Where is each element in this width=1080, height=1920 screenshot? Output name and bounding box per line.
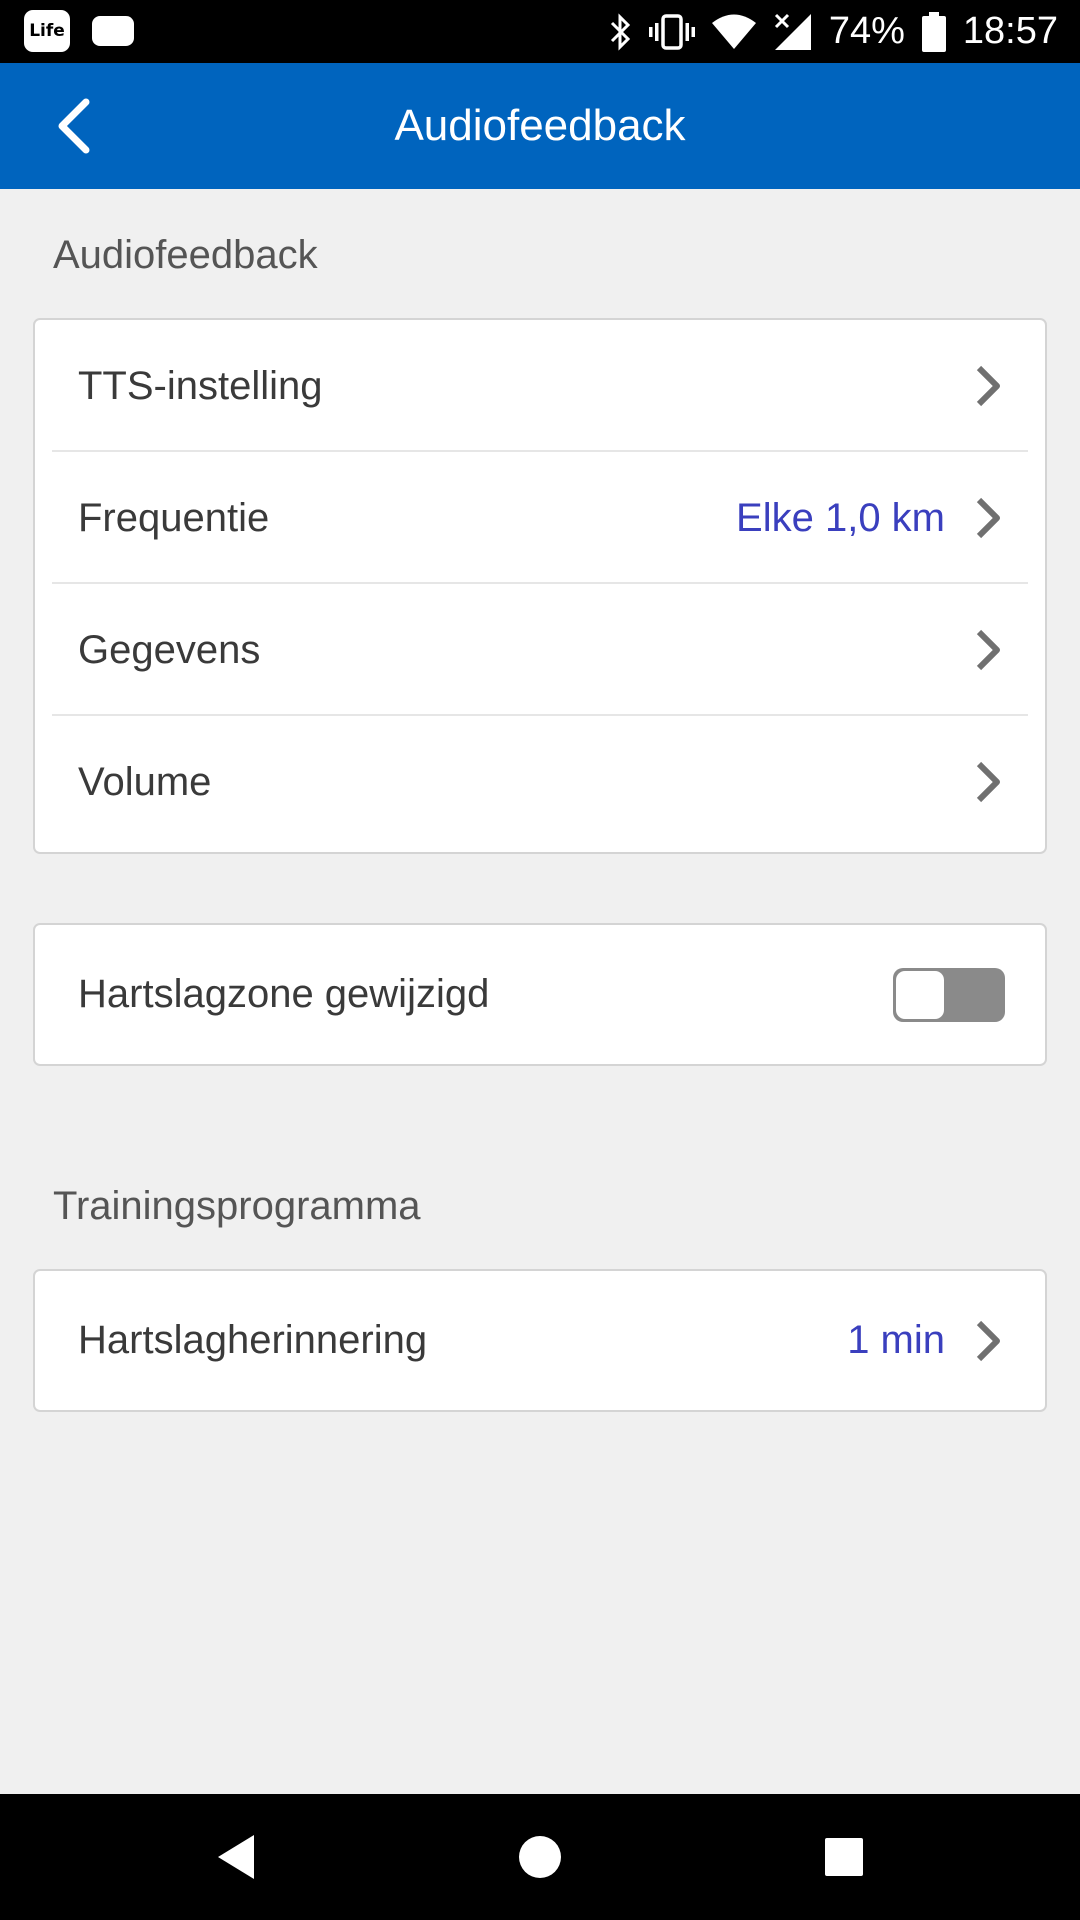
chevron-right-icon (971, 495, 1005, 541)
signal-icon (774, 13, 811, 50)
nav-recents-button[interactable] (784, 1794, 904, 1920)
clock: 18:57 (962, 10, 1058, 52)
heart-zone-toggle[interactable] (893, 967, 1005, 1022)
toggle-knob (896, 970, 944, 1019)
home-circle-icon (519, 1836, 561, 1878)
page-title: Audiofeedback (394, 101, 686, 150)
settings-row-label: Gegevens (78, 627, 261, 672)
settings-row-frequentie[interactable]: Frequentie Elke 1,0 km (35, 452, 1045, 584)
chevron-right-icon (971, 363, 1005, 409)
nav-back-button[interactable] (176, 1794, 296, 1920)
settings-row-hartslagherinnering[interactable]: Hartslagherinnering 1 min (35, 1271, 1045, 1410)
wifi-icon (711, 14, 756, 49)
app-bar: Audiofeedback (0, 63, 1080, 189)
chevron-right-icon (971, 1318, 1005, 1364)
settings-row-label: TTS-instelling (78, 363, 323, 408)
back-button[interactable] (34, 93, 114, 159)
navigation-bar (0, 1794, 1080, 1920)
message-icon (92, 16, 134, 46)
bluetooth-icon (610, 12, 630, 51)
vibrate-icon (648, 13, 695, 50)
settings-row-label: Hartslagzone gewijzigd (78, 972, 490, 1016)
section-label-audiofeedback: Audiofeedback (53, 233, 318, 277)
status-left: Life (24, 10, 136, 52)
status-right: 74% 18:57 (607, 0, 1058, 63)
back-triangle-icon (218, 1835, 254, 1879)
audiofeedback-card: TTS-instelling Frequentie Elke 1,0 km Ge… (33, 318, 1047, 854)
chevron-right-icon (971, 759, 1005, 805)
settings-row-volume[interactable]: Volume (35, 716, 1045, 848)
battery-percent: 74% (828, 10, 905, 52)
settings-row-value: Elke 1,0 km (736, 495, 945, 540)
heart-zone-card: Hartslagzone gewijzigd (33, 923, 1047, 1066)
chevron-right-icon (971, 627, 1005, 673)
battery-icon (921, 11, 946, 52)
settings-row-gegevens[interactable]: Gegevens (35, 584, 1045, 716)
life-app-icon: Life (24, 10, 70, 52)
settings-row-label: Hartslagherinnering (78, 1318, 428, 1362)
recents-square-icon (825, 1838, 863, 1876)
settings-row-value: 1 min (847, 1318, 945, 1362)
settings-row-label: Volume (78, 759, 212, 804)
settings-row-hartslagzone: Hartslagzone gewijzigd (35, 925, 1045, 1064)
life-app-badge-text: Life (29, 21, 65, 41)
settings-row-label: Frequentie (78, 495, 270, 540)
nav-home-button[interactable] (480, 1794, 600, 1920)
status-bar: Life 74% 18:57 (0, 0, 1080, 63)
chevron-left-icon (58, 98, 90, 154)
section-label-training: Trainingsprogramma (53, 1184, 421, 1228)
settings-row-tts[interactable]: TTS-instelling (35, 320, 1045, 452)
training-card: Hartslagherinnering 1 min (33, 1269, 1047, 1412)
